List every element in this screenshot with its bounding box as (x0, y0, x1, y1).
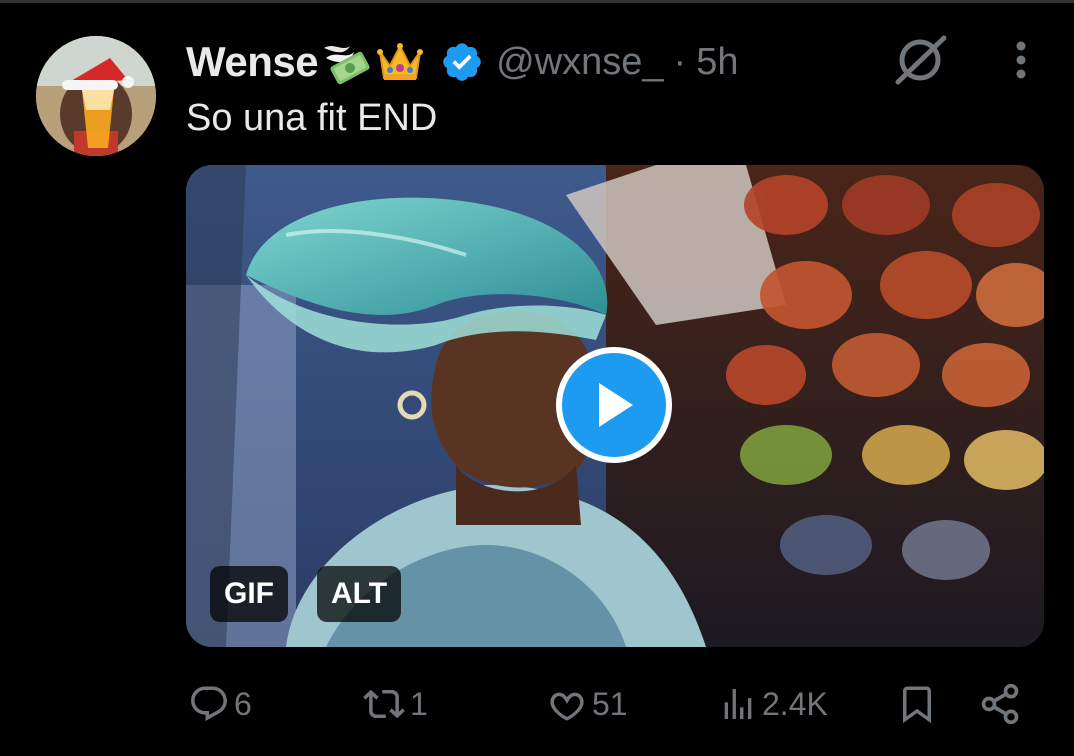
verified-badge-icon[interactable] (440, 40, 484, 84)
share-button[interactable] (978, 676, 1022, 732)
like-button[interactable]: 51 (546, 676, 628, 732)
repost-count: 1 (410, 685, 428, 722)
play-icon (599, 383, 633, 427)
gif-badge: GIF (210, 566, 288, 622)
separator-dot: · (673, 40, 687, 83)
avatar-image (36, 36, 156, 156)
views-button[interactable]: 2.4K (718, 676, 828, 732)
reply-count: 6 (234, 685, 252, 722)
views-icon (724, 689, 752, 719)
grok-icon[interactable] (890, 34, 950, 86)
bookmark-button[interactable] (896, 676, 938, 732)
more-options-icon[interactable] (1004, 38, 1038, 84)
crown-icon (374, 38, 426, 86)
views-count: 2.4K (762, 685, 828, 722)
alt-badge[interactable]: ALT (317, 566, 402, 622)
like-count: 51 (592, 685, 628, 722)
share-icon (981, 683, 1019, 725)
reply-icon (191, 686, 227, 721)
tweet-text: So una fit END (186, 97, 438, 139)
play-button[interactable] (556, 347, 672, 463)
repost-icon (363, 689, 405, 719)
avatar[interactable] (36, 36, 156, 156)
media-gif[interactable]: GIF ALT (186, 165, 1044, 647)
repost-button[interactable]: 1 (362, 676, 428, 732)
bookmark-icon (903, 686, 931, 724)
reply-button[interactable]: 6 (188, 676, 252, 732)
action-bar: 6 1 51 2.4K (186, 676, 1044, 732)
author-name[interactable]: Wense (186, 38, 319, 86)
top-divider (0, 0, 1074, 3)
heart-icon (550, 692, 584, 721)
tweet-header: Wense @wxnse_ · 5h (186, 32, 738, 92)
author-handle[interactable]: @wxnse_ (496, 41, 663, 84)
money-with-wings-icon (320, 38, 372, 86)
timestamp[interactable]: 5h (696, 41, 738, 84)
